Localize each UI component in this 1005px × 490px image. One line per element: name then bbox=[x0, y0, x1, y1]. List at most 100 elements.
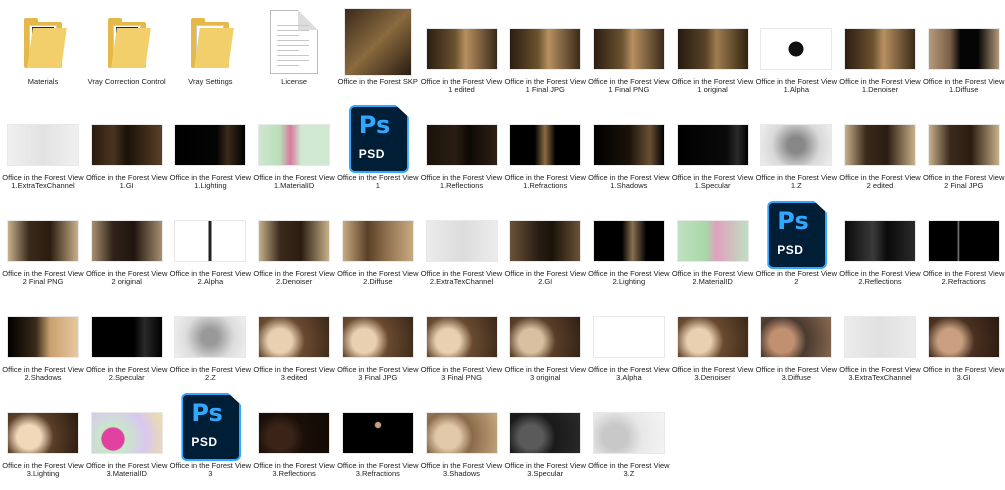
file-label: Office in the Forest View 1.Z bbox=[755, 173, 838, 191]
file-item[interactable]: Office in the Forest View 2 Final PNG bbox=[1, 196, 85, 292]
file-label: Office in the Forest View 2 Final JPG bbox=[922, 173, 1005, 191]
file-item[interactable]: Office in the Forest View 3.GI bbox=[922, 292, 1005, 388]
file-item[interactable]: Ps PSD Office in the Forest View 2 bbox=[754, 196, 838, 292]
file-item[interactable]: Office in the Forest View 3 edited bbox=[252, 292, 336, 388]
file-label: Office in the Forest View 1.Diffuse bbox=[922, 77, 1005, 95]
file-label: Office in the Forest View 2.Alpha bbox=[169, 269, 252, 287]
file-item[interactable]: Office in the Forest View 1.Alpha bbox=[754, 4, 838, 100]
file-label: Office in the Forest View 3.Alpha bbox=[588, 365, 670, 383]
file-item[interactable]: Office in the Forest View 1 Final PNG bbox=[587, 4, 671, 100]
image-thumbnail bbox=[845, 4, 915, 76]
image-thumbnail bbox=[426, 4, 497, 76]
file-item[interactable]: Ps PSD Office in the Forest View 3 bbox=[168, 388, 252, 484]
file-item[interactable]: Office in the Forest View 2.Diffuse bbox=[336, 196, 420, 292]
file-item[interactable]: Office in the Forest View 2.Z bbox=[168, 292, 252, 388]
file-label: Office in the Forest View 3.ExtraTexChan… bbox=[839, 365, 921, 383]
image-thumbnail bbox=[593, 388, 664, 460]
file-label: Office in the Forest View 2.Specular bbox=[85, 365, 168, 383]
file-item[interactable]: Office in the Forest View 2.Lighting bbox=[587, 196, 671, 292]
file-label: Vray Settings bbox=[188, 77, 233, 86]
file-item[interactable]: Office in the Forest View 3.MaterialID bbox=[85, 388, 169, 484]
image-thumbnail bbox=[677, 4, 748, 76]
file-item[interactable]: Office in the Forest View 2.Refractions bbox=[922, 196, 1005, 292]
file-label: Office in the Forest View 1.Shadows bbox=[588, 173, 670, 191]
file-item[interactable]: Office in the Forest View 1.Shadows bbox=[587, 100, 671, 196]
file-item[interactable]: Office in the Forest View 2.Alpha bbox=[168, 196, 252, 292]
file-item[interactable]: Office in the Forest View 1.Lighting bbox=[168, 100, 252, 196]
file-item[interactable]: Office in the Forest View 1.Diffuse bbox=[922, 4, 1005, 100]
image-thumbnail bbox=[928, 292, 999, 364]
file-item[interactable]: Office in the Forest View 1.GI bbox=[85, 100, 169, 196]
file-label: License bbox=[281, 77, 308, 86]
file-item[interactable]: License bbox=[252, 4, 336, 100]
file-item[interactable]: Office in the Forest View 3.Alpha bbox=[587, 292, 671, 388]
file-label: Office in the Forest View 2.Shadows bbox=[2, 365, 84, 383]
file-item[interactable]: Office in the Forest View 3 Final PNG bbox=[420, 292, 504, 388]
image-thumbnail bbox=[510, 196, 581, 268]
file-item[interactable]: Office in the Forest View 1.Specular bbox=[671, 100, 755, 196]
file-label: Office in the Forest View 1 Final JPG bbox=[504, 77, 586, 95]
image-thumbnail bbox=[928, 4, 999, 76]
file-item[interactable]: Office in the Forest View 1.MaterialID bbox=[252, 100, 336, 196]
file-item[interactable]: Office in the Forest View 3.Reflections bbox=[252, 388, 336, 484]
file-item[interactable]: Office in the Forest View 3.Z bbox=[587, 388, 671, 484]
file-item[interactable]: Office in the Forest View 1 edited bbox=[420, 4, 504, 100]
image-thumbnail bbox=[342, 292, 413, 364]
file-item[interactable]: Office in the Forest View 3.Diffuse bbox=[754, 292, 838, 388]
file-item[interactable]: Office in the Forest View 2.Shadows bbox=[1, 292, 85, 388]
photoshop-psd-icon: Ps PSD bbox=[175, 388, 245, 461]
file-label: Office in the Forest View 3.Reflections bbox=[253, 461, 335, 479]
file-item[interactable]: Office in the Forest View 2 original bbox=[85, 196, 169, 292]
file-item[interactable]: Office in the Forest View 2.ExtraTexChan… bbox=[420, 196, 504, 292]
file-item[interactable]: Ps PSD Office in the Forest View 1 bbox=[336, 100, 420, 196]
file-item[interactable]: Office in the Forest View 1 original bbox=[671, 4, 755, 100]
file-label: Office in the Forest View 2.Z bbox=[169, 365, 252, 383]
image-thumbnail bbox=[259, 292, 330, 364]
file-explorer-grid: Materials Vray Correction Control Vray Set… bbox=[0, 0, 1005, 490]
file-item[interactable]: Office in the Forest View 2.Denoiser bbox=[252, 196, 336, 292]
image-thumbnail bbox=[426, 100, 497, 172]
file-item[interactable]: Office in the Forest View 2.Reflections bbox=[838, 196, 922, 292]
file-item[interactable]: Office in the Forest View 2.Specular bbox=[85, 292, 169, 388]
file-item[interactable]: Vray Correction Control bbox=[85, 4, 169, 100]
image-thumbnail bbox=[426, 292, 497, 364]
file-label: Office in the Forest View 2.Lighting bbox=[588, 269, 670, 287]
image-thumbnail bbox=[8, 100, 78, 172]
file-item[interactable]: Office in the Forest View 1.ExtraTexChan… bbox=[1, 100, 85, 196]
file-item[interactable]: Office in the Forest View 1.Reflections bbox=[420, 100, 504, 196]
file-item[interactable]: Office in the Forest View 3.ExtraTexChan… bbox=[838, 292, 922, 388]
image-thumbnail bbox=[259, 388, 330, 460]
file-label: Office in the Forest View 3.Denoiser bbox=[671, 365, 754, 383]
file-item[interactable]: Office in the Forest View 2 Final JPG bbox=[922, 100, 1005, 196]
file-label: Office in the Forest View 1 edited bbox=[420, 77, 503, 95]
image-thumbnail bbox=[91, 100, 162, 172]
file-label: Office in the Forest View 2.Refractions bbox=[922, 269, 1005, 287]
file-item[interactable]: Office in the Forest View 3.Refractions bbox=[336, 388, 420, 484]
file-item[interactable]: Office in the Forest View 1.Z bbox=[754, 100, 838, 196]
file-item[interactable]: Vray Settings bbox=[168, 4, 252, 100]
file-item[interactable]: Office in the Forest View 1 Final JPG bbox=[503, 4, 587, 100]
file-item[interactable]: Office in the Forest View 3.Specular bbox=[503, 388, 587, 484]
file-item[interactable]: Office in the Forest View 2 edited bbox=[838, 100, 922, 196]
file-label: Vray Correction Control bbox=[87, 77, 166, 86]
file-item[interactable]: Office in the Forest View 1.Denoiser bbox=[838, 4, 922, 100]
file-item[interactable]: Office in the Forest View 3.Shadows bbox=[420, 388, 504, 484]
file-item[interactable]: Materials bbox=[1, 4, 85, 100]
text-document-icon bbox=[259, 4, 329, 76]
file-item[interactable]: Office in the Forest View 2.MaterialID bbox=[671, 196, 755, 292]
file-item[interactable]: Office in the Forest SKP bbox=[336, 4, 420, 100]
file-item[interactable]: Office in the Forest View 3 Final JPG bbox=[336, 292, 420, 388]
image-thumbnail bbox=[845, 292, 915, 364]
image-thumbnail bbox=[343, 4, 413, 76]
file-label: Office in the Forest View 3.Shadows bbox=[420, 461, 503, 479]
photoshop-psd-icon: Ps PSD bbox=[761, 196, 831, 269]
file-label: Office in the Forest View 1.GI bbox=[85, 173, 168, 191]
file-item[interactable]: Office in the Forest View 3 original bbox=[503, 292, 587, 388]
file-item[interactable]: Office in the Forest View 2.GI bbox=[503, 196, 587, 292]
file-item[interactable]: Office in the Forest View 3.Denoiser bbox=[671, 292, 755, 388]
file-label: Office in the Forest View 1.Reflections bbox=[420, 173, 503, 191]
file-label: Office in the Forest View 3.Z bbox=[588, 461, 670, 479]
image-thumbnail bbox=[761, 4, 832, 76]
file-item[interactable]: Office in the Forest View 3.Lighting bbox=[1, 388, 85, 484]
file-item[interactable]: Office in the Forest View 1.Refractions bbox=[503, 100, 587, 196]
